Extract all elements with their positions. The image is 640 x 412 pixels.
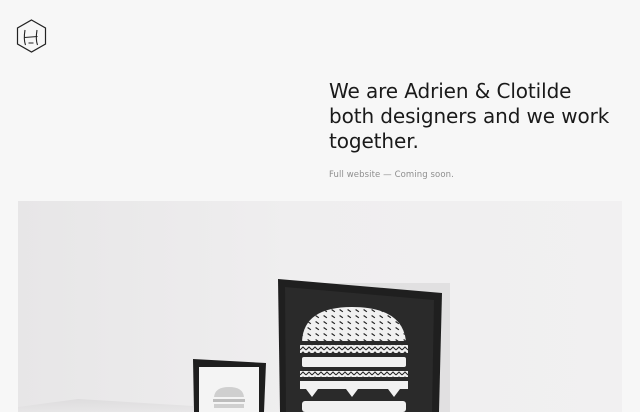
hero-image [18, 201, 622, 412]
headline-line-2: both designers and we work [329, 104, 610, 128]
small-poster-frame [193, 359, 266, 412]
headline-line-1: We are Adrien & Clotilde [329, 79, 572, 103]
coming-soon-text: Full website — Coming soon. [329, 170, 454, 180]
headline: We are Adrien & Clotilde both designers … [329, 79, 629, 154]
headline-line-3: together. [329, 129, 419, 153]
intro-section: We are Adrien & Clotilde both designers … [329, 79, 629, 180]
logo-icon[interactable] [16, 19, 47, 53]
large-poster-frame [278, 279, 442, 412]
